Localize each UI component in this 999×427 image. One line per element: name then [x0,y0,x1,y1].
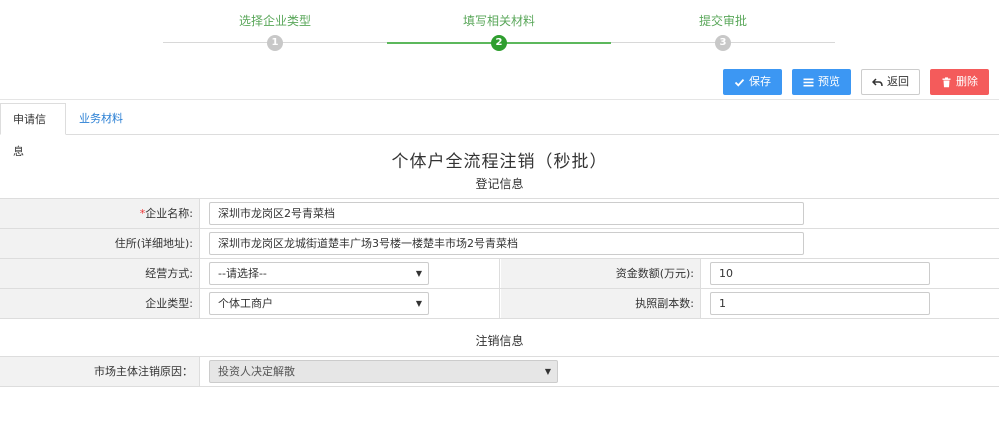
list-icon [803,77,814,88]
tab-business-materials[interactable]: 业务材料 [67,103,135,135]
step-number: 2 [491,35,507,51]
tab-application-info[interactable]: 申请信息 [0,103,66,158]
company-name-label: *企业名称: [0,199,200,228]
operation-mode-select[interactable]: --请选择-- ▼ [209,262,429,285]
save-button[interactable]: 保存 [723,69,782,95]
check-icon [734,77,745,88]
step-fill-materials[interactable]: 填写相关材料 2 [387,0,611,60]
tab-bar: 申请信息 业务材料 [0,103,999,158]
cancel-reason-select[interactable]: 投资人决定解散 ▼ [209,360,558,383]
back-label: 返回 [887,75,909,88]
form-row-company-name: *企业名称: 深圳市龙岗区2号青菜档 [0,199,999,229]
registration-table: *企业名称: 深圳市龙岗区2号青菜档 住所(详细地址): 深圳市龙岗区龙城街道楚… [0,198,999,319]
form-row-type-copies: 企业类型: 个体工商户 ▼ 执照副本数: 1 [0,289,999,319]
step-label: 选择企业类型 [238,14,311,28]
caret-down-icon: ▼ [544,367,551,376]
capital-input[interactable]: 10 [710,262,930,285]
company-type-label: 企业类型: [0,289,200,318]
company-type-select[interactable]: 个体工商户 ▼ [209,292,429,315]
form-row-operation-capital: 经营方式: --请选择-- ▼ 资金数额(万元): 10 [0,259,999,289]
form-title: 个体户全流程注销（秒批） [391,152,608,172]
cancel-reason-label: 市场主体注销原因： [0,357,200,386]
page: 选择企业类型 1 填写相关材料 2 提交审批 3 保存 预览 返回 删除 申请信… [0,0,999,427]
preview-label: 预览 [818,75,840,88]
step-select-type[interactable]: 选择企业类型 1 [163,0,387,60]
save-label: 保存 [749,75,771,88]
preview-button[interactable]: 预览 [792,69,851,95]
step-number: 3 [715,35,731,51]
back-button[interactable]: 返回 [861,69,920,95]
reply-arrow-icon [872,77,883,88]
step-label: 提交审批 [698,14,747,28]
form-row-address: 住所(详细地址): 深圳市龙岗区龙城街道楚丰广场3号楼一楼楚丰市场2号青菜档 [0,229,999,259]
divider [0,99,999,100]
section-title-cancellation: 注销信息 [475,334,524,348]
caret-down-icon: ▼ [415,299,422,308]
action-toolbar: 保存 预览 返回 删除 [723,69,989,95]
step-label: 填写相关材料 [462,14,535,28]
company-name-input[interactable]: 深圳市龙岗区2号青菜档 [209,202,804,225]
operation-mode-label: 经营方式: [0,259,200,288]
address-label: 住所(详细地址): [0,229,200,258]
step-submit-approval[interactable]: 提交审批 3 [611,0,835,60]
step-number: 1 [267,35,283,51]
delete-label: 删除 [956,75,978,88]
address-input[interactable]: 深圳市龙岗区龙城街道楚丰广场3号楼一楼楚丰市场2号青菜档 [209,232,804,255]
delete-button[interactable]: 删除 [930,69,989,95]
capital-label: 资金数额(万元): [501,259,701,288]
cancellation-table: 市场主体注销原因： 投资人决定解散 ▼ [0,356,999,387]
caret-down-icon: ▼ [415,269,422,278]
form-row-cancel-reason: 市场主体注销原因： 投资人决定解散 ▼ [0,357,999,387]
trash-icon [941,76,952,88]
license-copies-label: 执照副本数: [501,289,701,318]
license-copies-input[interactable]: 1 [710,292,930,315]
section-title-registration: 登记信息 [475,177,524,191]
progress-stepper: 选择企业类型 1 填写相关材料 2 提交审批 3 [163,0,835,60]
